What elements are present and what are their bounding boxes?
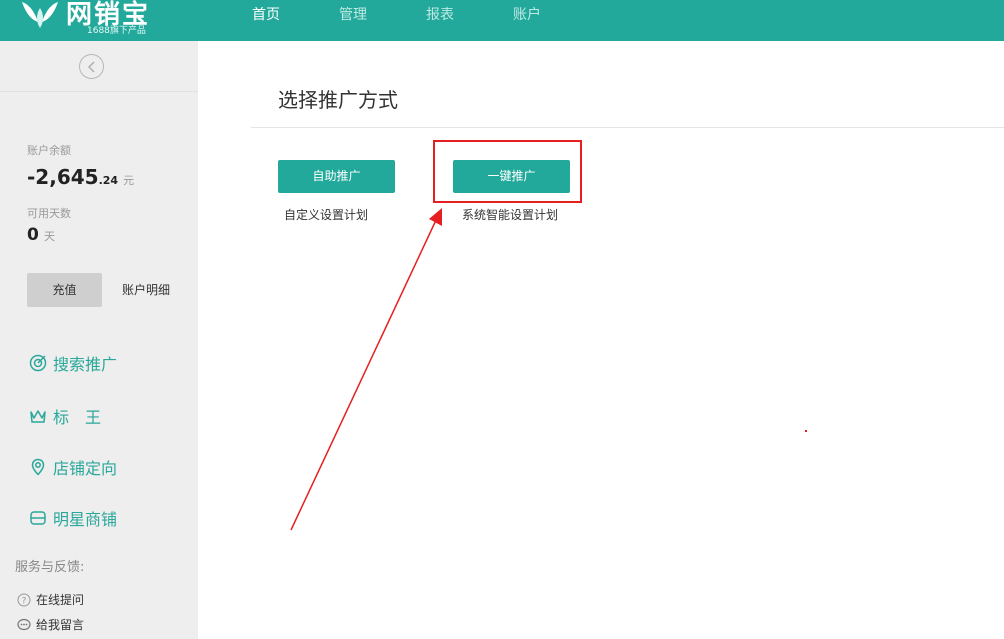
logo-leaf-icon bbox=[22, 2, 58, 28]
svg-text:?: ? bbox=[22, 596, 27, 606]
target-icon bbox=[29, 354, 47, 372]
service-item-leave-message[interactable]: 给我留言 bbox=[17, 616, 84, 633]
chevron-left-icon bbox=[87, 60, 95, 73]
collapse-sidebar-button[interactable] bbox=[79, 54, 104, 79]
balance-label: 账户余额 bbox=[27, 144, 71, 157]
main-nav: 首页 管理 报表 账户 bbox=[252, 0, 600, 30]
service-item-online-question[interactable]: ? 在线提问 bbox=[17, 591, 84, 608]
sidebar-item-star-store[interactable]: 明星商铺 bbox=[29, 507, 117, 529]
top-bar: 网销宝 1688旗下产品 首页 管理 报表 账户 bbox=[0, 0, 1004, 41]
question-circle-icon: ? bbox=[17, 593, 31, 607]
recharge-button[interactable]: 充值 bbox=[27, 273, 102, 307]
sidebar: 账户余额 -2,645.24 元 可用天数 0 天 充值 账户明细 搜索推广 标… bbox=[0, 41, 198, 639]
sidebar-divider bbox=[0, 91, 198, 92]
sidebar-item-label: 标 王 bbox=[53, 408, 102, 427]
service-feedback-title: 服务与反馈: bbox=[15, 560, 85, 575]
sidebar-item-store-targeting[interactable]: 店铺定向 bbox=[29, 456, 117, 478]
chat-bubble-icon bbox=[17, 618, 31, 632]
annotation-arrowhead bbox=[429, 208, 442, 226]
store-icon bbox=[29, 509, 47, 527]
sidebar-item-label: 店铺定向 bbox=[53, 459, 118, 478]
one-click-promotion-desc: 系统智能设置计划 bbox=[462, 208, 559, 222]
sidebar-item-label: 明星商铺 bbox=[53, 510, 118, 529]
service-item-label: 在线提问 bbox=[36, 593, 85, 607]
location-pin-icon bbox=[29, 458, 47, 476]
available-days-value: 0 天 bbox=[27, 225, 55, 245]
available-days-unit: 天 bbox=[43, 230, 55, 243]
annotation-arrow bbox=[290, 217, 438, 531]
title-divider bbox=[251, 127, 1004, 128]
logo[interactable]: 网销宝 1688旗下产品 bbox=[18, 0, 148, 41]
self-service-promotion-desc: 自定义设置计划 bbox=[284, 208, 369, 222]
available-days-number: 0 bbox=[27, 225, 39, 245]
self-service-promotion-button[interactable]: 自助推广 bbox=[278, 160, 395, 193]
balance-unit: 元 bbox=[123, 174, 135, 187]
balance-value: -2,645.24 元 bbox=[27, 165, 134, 189]
crown-icon bbox=[29, 407, 47, 425]
page-title: 选择推广方式 bbox=[278, 88, 398, 112]
sidebar-item-label: 搜索推广 bbox=[53, 355, 118, 374]
balance-integer: -2,645 bbox=[27, 165, 99, 189]
sidebar-item-search-promotion[interactable]: 搜索推广 bbox=[29, 352, 117, 374]
service-item-label: 给我留言 bbox=[36, 618, 85, 632]
sidebar-item-biaowang[interactable]: 标 王 bbox=[29, 405, 101, 427]
nav-item-manage[interactable]: 管理 bbox=[339, 0, 367, 30]
nav-item-account[interactable]: 账户 bbox=[513, 0, 541, 30]
annotation-dot bbox=[805, 430, 807, 432]
logo-subtitle: 1688旗下产品 bbox=[87, 26, 146, 36]
annotation-highlight-box bbox=[433, 140, 582, 203]
nav-item-home[interactable]: 首页 bbox=[252, 0, 280, 30]
balance-decimal: .24 bbox=[98, 174, 119, 187]
account-detail-link[interactable]: 账户明细 bbox=[122, 281, 170, 298]
available-days-label: 可用天数 bbox=[27, 207, 71, 220]
nav-item-reports[interactable]: 报表 bbox=[426, 0, 454, 30]
